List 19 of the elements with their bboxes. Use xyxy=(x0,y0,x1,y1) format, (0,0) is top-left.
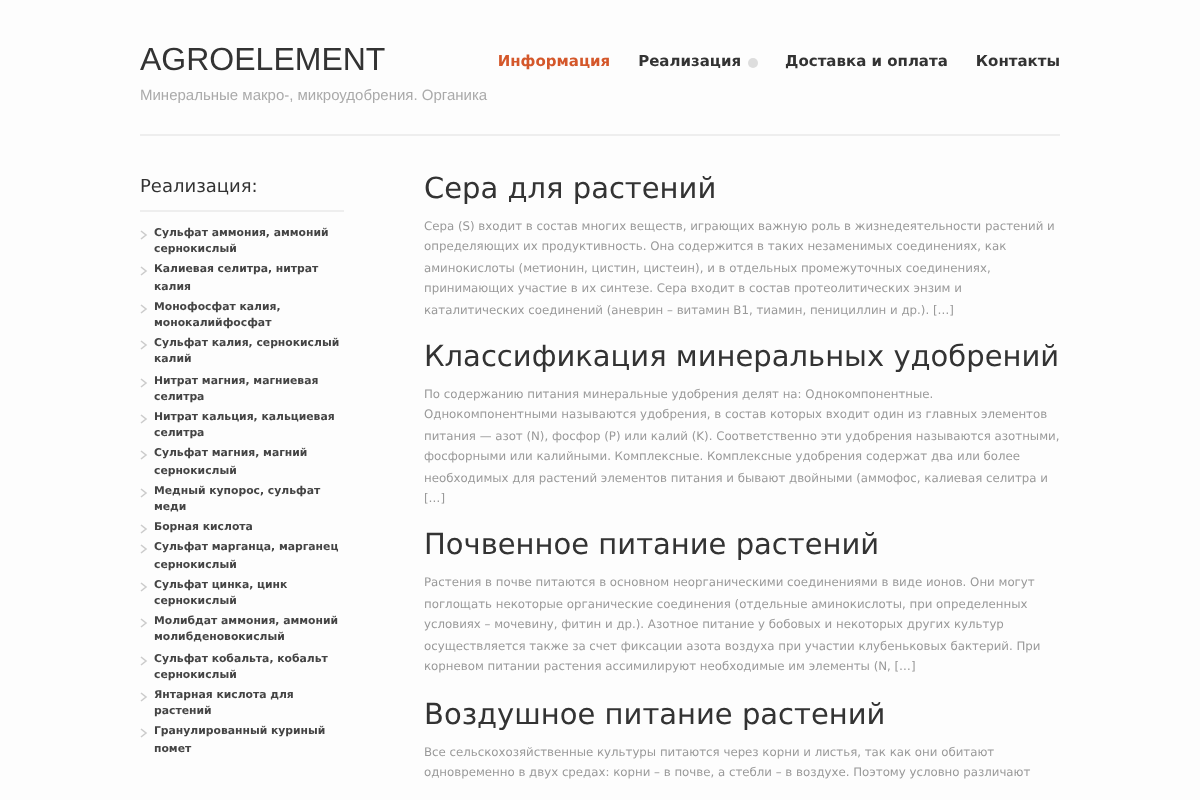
chevron-icon xyxy=(140,651,148,666)
chevron-icon xyxy=(140,483,148,498)
sidebar-heading: Реализация: xyxy=(140,178,258,198)
chevron-icon xyxy=(140,577,148,592)
chevron-icon xyxy=(140,410,148,425)
chevron-icon xyxy=(140,688,148,703)
chevron-icon xyxy=(140,373,148,388)
chevron-icon xyxy=(140,614,148,629)
chevron-icon xyxy=(140,299,148,314)
post-title[interactable]: Сера для растений xyxy=(424,172,717,208)
post-title[interactable]: Воздушное питание растений xyxy=(424,697,886,733)
chevron-icon xyxy=(140,226,148,240)
chevron-icon xyxy=(140,262,148,277)
chevron-icon xyxy=(140,446,148,461)
post-title[interactable]: Классификация минеральных удобрений xyxy=(424,340,1060,377)
site-title[interactable]: AGROELEMENT xyxy=(140,44,386,80)
post-title[interactable]: Почвенное питание растений xyxy=(424,528,880,565)
chevron-icon xyxy=(140,724,148,739)
chevron-icon xyxy=(140,336,148,351)
